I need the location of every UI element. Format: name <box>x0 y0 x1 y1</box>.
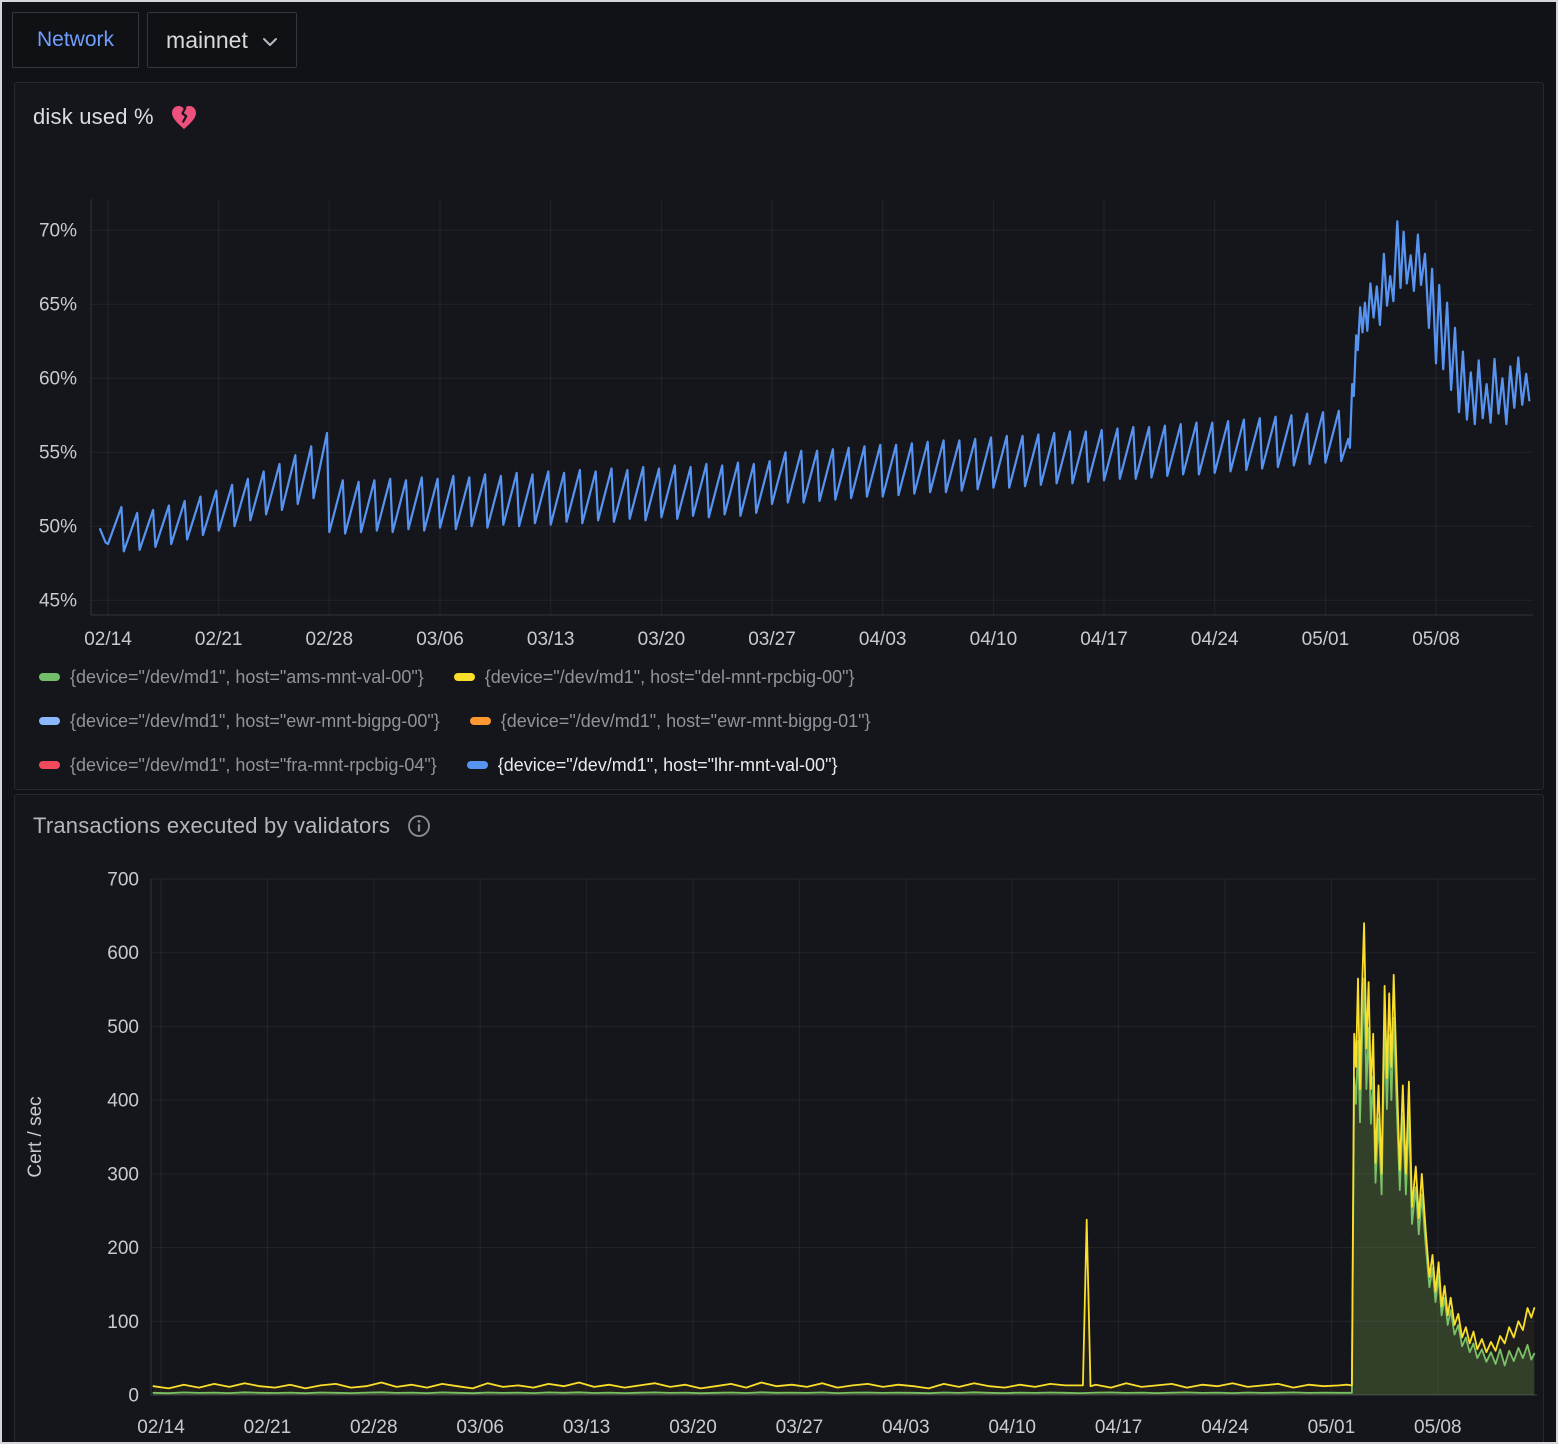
x-tick-label: 02/14 <box>84 629 132 650</box>
y-tick-label: 45% <box>39 591 77 612</box>
panel-disk-used: disk used % 45% 50% 55% 60% 65% 70% 02/14 02/21… <box>14 82 1544 790</box>
x-tick-label: 03/06 <box>416 629 464 650</box>
x-tick-label: 05/01 <box>1302 629 1350 650</box>
disk-used-chart[interactable]: 45% 50% 55% 60% 65% 70% 02/14 02/21 02/28 03/06 03… <box>15 135 1543 655</box>
x-tick-label: 05/08 <box>1414 1417 1462 1438</box>
y-tick-label: 55% <box>39 443 77 464</box>
y-tick-label: 400 <box>107 1091 139 1112</box>
y-tick-label: 300 <box>107 1164 139 1185</box>
x-tick-label: 03/27 <box>776 1417 824 1438</box>
y-axis-title: Cert / sec <box>25 1096 46 1177</box>
network-variable-value[interactable]: mainnet <box>166 27 248 54</box>
network-variable-label: Network <box>13 28 138 52</box>
x-tick-label: 03/13 <box>563 1417 611 1438</box>
series-color-swatch <box>39 761 60 769</box>
legend-item[interactable]: {device="/dev/md1", host="ewr-mnt-bigpg-… <box>470 711 871 732</box>
legend-row: {device="/dev/md1", host="ewr-mnt-bigpg-… <box>39 699 1543 743</box>
legend-label: {device="/dev/md1", host="ewr-mnt-bigpg-… <box>70 711 440 732</box>
legend-label: {device="/dev/md1", host="ams-mnt-val-00… <box>70 667 424 688</box>
grafana-dashboard: Network mainnet disk used % 45% 50% 55% 60%… <box>0 0 1558 1444</box>
series-color-swatch <box>39 717 60 725</box>
x-tick-label: 02/14 <box>137 1417 185 1438</box>
info-icon[interactable] <box>406 813 432 839</box>
legend-item[interactable]: {device="/dev/md1", host="lhr-mnt-val-00… <box>467 755 838 776</box>
legend-item[interactable]: {device="/dev/md1", host="ewr-mnt-bigpg-… <box>39 711 440 732</box>
panel-transactions-header: Transactions executed by validators <box>15 795 1543 845</box>
x-tick-label: 03/20 <box>669 1417 717 1438</box>
network-variable-dropdown[interactable]: mainnet <box>147 12 297 68</box>
x-tick-label: 02/28 <box>306 629 354 650</box>
x-tick-label: 04/17 <box>1080 629 1128 650</box>
y-tick-label: 0 <box>128 1386 139 1407</box>
x-tick-label: 05/08 <box>1412 629 1460 650</box>
x-tick-label: 04/10 <box>970 629 1018 650</box>
y-tick-label: 500 <box>107 1017 139 1038</box>
legend-item[interactable]: {device="/dev/md1", host="del-mnt-rpcbig… <box>454 667 855 688</box>
legend-item[interactable]: {device="/dev/md1", host="fra-mnt-rpcbig… <box>39 755 437 776</box>
transactions-chart[interactable]: 0 100 200 300 400 500 600 700 02/14 02/21 02/28 03/… <box>15 845 1543 1444</box>
series-color-swatch <box>467 761 488 769</box>
y-tick-label: 100 <box>107 1312 139 1333</box>
y-tick-label: 60% <box>39 369 77 390</box>
panel-title[interactable]: Transactions executed by validators <box>33 813 390 839</box>
series-color-swatch <box>470 717 491 725</box>
x-tick-label: 04/24 <box>1191 629 1239 650</box>
x-tick-label: 02/28 <box>350 1417 398 1438</box>
broken-heart-icon <box>170 104 198 131</box>
x-tick-label: 04/24 <box>1201 1417 1249 1438</box>
x-tick-label: 02/21 <box>195 629 243 650</box>
x-tick-label: 03/13 <box>527 629 575 650</box>
y-tick-label: 65% <box>39 295 77 316</box>
x-tick-label: 04/17 <box>1095 1417 1143 1438</box>
x-tick-label: 04/10 <box>988 1417 1036 1438</box>
x-tick-label: 04/03 <box>859 629 907 650</box>
legend-label: {device="/dev/md1", host="del-mnt-rpcbig… <box>485 667 855 688</box>
series-fill <box>153 923 1534 1395</box>
x-tick-label: 04/03 <box>882 1417 930 1438</box>
x-tick-label: 05/01 <box>1308 1417 1356 1438</box>
x-tick-label: 03/20 <box>638 629 686 650</box>
legend-label: {device="/dev/md1", host="ewr-mnt-bigpg-… <box>501 711 871 732</box>
chevron-down-icon <box>262 37 278 47</box>
y-tick-label: 700 <box>107 870 139 891</box>
disk-used-legend: {device="/dev/md1", host="ams-mnt-val-00… <box>15 655 1543 787</box>
series-fill <box>153 979 1534 1396</box>
series-color-swatch <box>454 673 475 681</box>
legend-row: {device="/dev/md1", host="fra-mnt-rpcbig… <box>39 743 1543 787</box>
y-tick-label: 50% <box>39 517 77 538</box>
x-tick-label: 03/27 <box>748 629 796 650</box>
x-tick-label: 03/06 <box>456 1417 504 1438</box>
legend-row: {device="/dev/md1", host="ams-mnt-val-00… <box>39 655 1543 699</box>
series-line <box>100 221 1529 551</box>
series-color-swatch <box>39 673 60 681</box>
y-tick-label: 70% <box>39 221 77 242</box>
network-variable-label-box: Network <box>12 12 139 68</box>
panel-title[interactable]: disk used % <box>33 104 154 130</box>
variables-toolbar: Network mainnet <box>2 2 1556 78</box>
series-line <box>153 979 1534 1394</box>
legend-item[interactable]: {device="/dev/md1", host="ams-mnt-val-00… <box>39 667 424 688</box>
y-tick-label: 600 <box>107 943 139 964</box>
panel-disk-used-header: disk used % <box>15 83 1543 135</box>
series-line <box>153 923 1534 1388</box>
legend-label: {device="/dev/md1", host="lhr-mnt-val-00… <box>498 755 838 776</box>
legend-label: {device="/dev/md1", host="fra-mnt-rpcbig… <box>70 755 437 776</box>
x-tick-label: 02/21 <box>244 1417 292 1438</box>
panel-transactions: Transactions executed by validators 0 100… <box>14 794 1544 1444</box>
y-tick-label: 200 <box>107 1238 139 1259</box>
